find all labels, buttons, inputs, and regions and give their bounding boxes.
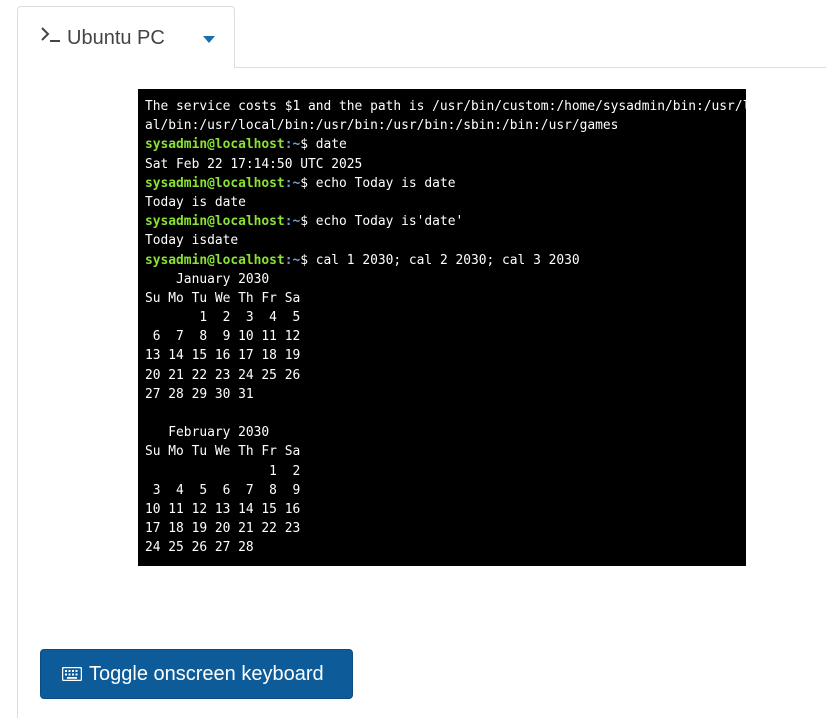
terminal-output-line: The service costs $1 and the path is /us… xyxy=(145,99,746,114)
terminal-output-line: 1 2 xyxy=(145,463,301,479)
terminal-output-line: 24 25 26 27 28 xyxy=(145,540,254,556)
prompt-user: sysadmin@localhost xyxy=(145,175,285,191)
terminal-output-line: Su Mo Tu We Th Fr Sa xyxy=(145,290,301,306)
prompt-path: :~ xyxy=(284,137,301,153)
prompt-command: date xyxy=(315,137,347,153)
terminal-output-line: 20 21 22 23 24 25 26 xyxy=(145,367,301,383)
caret-down-icon[interactable] xyxy=(203,36,215,43)
tab-label: Ubuntu PC xyxy=(67,27,165,49)
terminal-prompt-icon xyxy=(41,27,60,42)
prompt-symbol: $ xyxy=(300,214,316,230)
terminal-output-line: Today isdate xyxy=(145,233,239,249)
prompt-user: sysadmin@localhost xyxy=(145,252,285,268)
terminal-output-line: 1 2 3 4 5 xyxy=(145,310,301,326)
prompt-user: sysadmin@localhost xyxy=(145,214,285,230)
terminal-output-line: 13 14 15 16 17 18 19 xyxy=(145,348,301,364)
terminal-output-line: 27 28 29 30 31 xyxy=(145,386,254,402)
prompt-symbol: $ xyxy=(300,175,316,191)
prompt-path: :~ xyxy=(284,214,301,230)
terminal-output-line: January 2030 xyxy=(145,271,270,287)
terminal-output-line: Su Mo Tu We Th Fr Sa xyxy=(145,444,301,460)
terminal-output-line: 6 7 8 9 10 11 12 xyxy=(145,329,301,345)
prompt-symbol: $ xyxy=(300,252,316,268)
terminal-output-line: al/bin:/usr/local/bin:/usr/bin:/usr/bin:… xyxy=(145,118,619,134)
terminal-output-line: February 2030 xyxy=(145,425,270,441)
terminal-prompt-line: sysadmin@localhost:~$ date xyxy=(145,135,746,154)
toggle-keyboard-label: Toggle onscreen keyboard xyxy=(89,663,324,685)
terminal-output-line: 10 11 12 13 14 15 16 xyxy=(145,501,301,517)
terminal-prompt-line: sysadmin@localhost:~$ cal 1 2030; cal 2 … xyxy=(145,251,746,270)
terminal-output-line: Sat Feb 22 17:14:50 UTC 2025 xyxy=(145,156,363,172)
prompt-command: echo Today is date xyxy=(315,175,456,191)
terminal-output-line: 3 4 5 6 7 8 9 xyxy=(145,482,301,498)
prompt-user: sysadmin@localhost xyxy=(145,137,285,153)
prompt-command: echo Today is'date' xyxy=(315,214,464,230)
terminal-window[interactable]: The service costs $1 and the path is /us… xyxy=(138,89,746,566)
terminal-output-line: 17 18 19 20 21 22 23 xyxy=(145,521,301,537)
terminal-prompt-line: sysadmin@localhost:~$ echo Today is'date… xyxy=(145,212,746,231)
prompt-command: cal 1 2030; cal 2 2030; cal 3 2030 xyxy=(315,252,580,268)
prompt-symbol: $ xyxy=(300,137,316,153)
toggle-keyboard-button[interactable]: Toggle onscreen keyboard xyxy=(40,649,353,699)
keyboard-icon xyxy=(62,667,82,681)
prompt-path: :~ xyxy=(284,175,301,191)
terminal-output-line: Today is date xyxy=(145,194,246,210)
tab-ubuntu-pc[interactable]: Ubuntu PC xyxy=(17,6,235,68)
terminal-prompt-line: sysadmin@localhost:~$ echo Today is date xyxy=(145,174,746,193)
prompt-path: :~ xyxy=(284,252,301,268)
